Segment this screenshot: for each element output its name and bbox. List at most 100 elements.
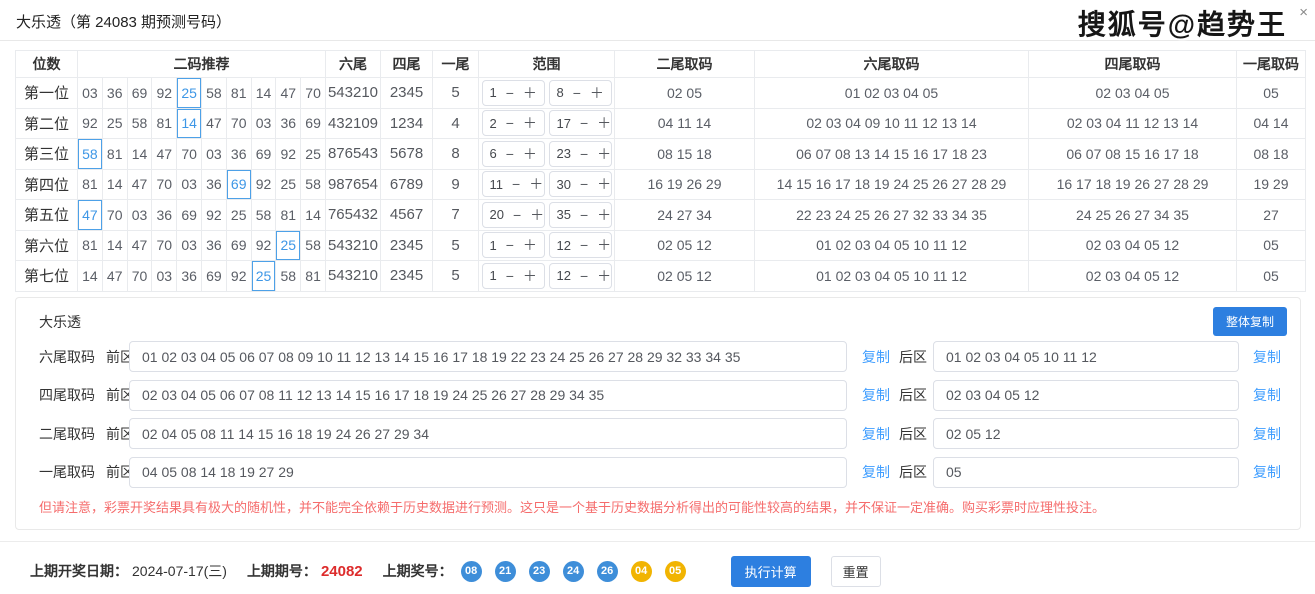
code-cell[interactable]: 36 — [276, 109, 301, 139]
back-zone-field[interactable]: 05 — [933, 457, 1239, 488]
code-cell[interactable]: 36 — [227, 139, 252, 169]
range-min-plus-button[interactable]: ＋ — [523, 86, 537, 100]
code-cell[interactable]: 03 — [128, 200, 153, 230]
code-cell[interactable]: 36 — [103, 78, 128, 108]
code-cell[interactable]: 69 — [301, 109, 325, 139]
code-cell[interactable]: 47 — [202, 109, 227, 139]
range-min-plus-button[interactable]: ＋ — [523, 238, 537, 252]
code-cell[interactable]: 69 — [252, 139, 277, 169]
front-zone-field[interactable]: 02 03 04 05 06 07 08 11 12 13 14 15 16 1… — [129, 380, 847, 411]
range-min-plus-button[interactable]: ＋ — [523, 269, 537, 283]
code-cell-selected[interactable]: 25 — [177, 78, 202, 108]
code-cell[interactable]: 81 — [78, 170, 103, 200]
code-cell[interactable]: 92 — [276, 139, 301, 169]
range-max-plus-button[interactable]: ＋ — [597, 238, 611, 252]
code-cell[interactable]: 70 — [152, 231, 177, 261]
range-min-minus-button[interactable]: − — [506, 238, 514, 252]
code-cell[interactable]: 03 — [177, 231, 202, 261]
code-cell[interactable]: 69 — [202, 261, 227, 291]
code-cell[interactable]: 36 — [202, 170, 227, 200]
copy-front-link[interactable]: 复制 — [862, 424, 890, 444]
front-zone-field[interactable]: 04 05 08 14 18 19 27 29 — [129, 457, 847, 488]
code-cell[interactable]: 81 — [227, 78, 252, 108]
code-cell-selected[interactable]: 58 — [78, 139, 103, 169]
code-cell[interactable]: 58 — [252, 200, 277, 230]
code-cell[interactable]: 03 — [177, 170, 202, 200]
code-cell-selected[interactable]: 25 — [252, 261, 277, 291]
code-cell[interactable]: 47 — [128, 170, 153, 200]
code-cell[interactable]: 47 — [276, 78, 301, 108]
run-calculation-button[interactable]: 执行计算 — [731, 556, 811, 587]
code-cell[interactable]: 92 — [252, 231, 277, 261]
code-cell-selected[interactable]: 14 — [177, 109, 202, 139]
code-cell[interactable]: 70 — [152, 170, 177, 200]
range-max-minus-button[interactable]: − — [580, 269, 588, 283]
code-cell[interactable]: 03 — [78, 78, 103, 108]
range-max-plus-button[interactable]: ＋ — [590, 86, 604, 100]
code-cell[interactable]: 47 — [152, 139, 177, 169]
code-cell[interactable]: 58 — [301, 170, 325, 200]
code-cell[interactable]: 47 — [103, 261, 128, 291]
range-max-plus-button[interactable]: ＋ — [597, 147, 611, 161]
code-cell[interactable]: 25 — [103, 109, 128, 139]
back-zone-field[interactable]: 02 03 04 05 12 — [933, 380, 1239, 411]
range-min-minus-button[interactable]: − — [506, 116, 514, 130]
code-cell[interactable]: 58 — [276, 261, 301, 291]
range-max-plus-button[interactable]: ＋ — [597, 269, 611, 283]
back-zone-field[interactable]: 02 05 12 — [933, 418, 1239, 449]
code-cell[interactable]: 25 — [301, 139, 325, 169]
code-cell[interactable]: 36 — [202, 231, 227, 261]
code-cell[interactable]: 81 — [78, 231, 103, 261]
range-max-plus-button[interactable]: ＋ — [597, 116, 611, 130]
code-cell[interactable]: 58 — [301, 231, 325, 261]
range-max-minus-button[interactable]: − — [580, 177, 588, 191]
code-cell[interactable]: 92 — [252, 170, 277, 200]
code-cell[interactable]: 25 — [276, 170, 301, 200]
copy-back-link[interactable]: 复制 — [1253, 347, 1281, 367]
range-min-minus-button[interactable]: − — [513, 208, 521, 222]
code-cell[interactable]: 81 — [152, 109, 177, 139]
code-cell[interactable]: 14 — [252, 78, 277, 108]
code-cell-selected[interactable]: 69 — [227, 170, 252, 200]
range-max-plus-button[interactable]: ＋ — [597, 177, 611, 191]
code-cell[interactable]: 92 — [227, 261, 252, 291]
range-min-plus-button[interactable]: ＋ — [523, 116, 537, 130]
code-cell-selected[interactable]: 25 — [276, 231, 301, 261]
code-cell[interactable]: 14 — [103, 170, 128, 200]
reset-button[interactable]: 重置 — [831, 556, 881, 587]
front-zone-field[interactable]: 02 04 05 08 11 14 15 16 18 19 24 26 27 2… — [129, 418, 847, 449]
code-cell[interactable]: 92 — [78, 109, 103, 139]
code-cell[interactable]: 70 — [301, 78, 325, 108]
range-max-minus-button[interactable]: − — [580, 238, 588, 252]
code-cell-selected[interactable]: 47 — [78, 200, 103, 230]
front-zone-field[interactable]: 01 02 03 04 05 06 07 08 09 10 11 12 13 1… — [129, 341, 847, 372]
code-cell[interactable]: 03 — [152, 261, 177, 291]
code-cell[interactable]: 14 — [301, 200, 325, 230]
code-cell[interactable]: 81 — [276, 200, 301, 230]
range-min-plus-button[interactable]: ＋ — [523, 147, 537, 161]
range-min-minus-button[interactable]: − — [506, 86, 514, 100]
code-cell[interactable]: 36 — [177, 261, 202, 291]
copy-back-link[interactable]: 复制 — [1253, 462, 1281, 482]
code-cell[interactable]: 14 — [78, 261, 103, 291]
range-min-plus-button[interactable]: ＋ — [530, 208, 544, 222]
range-max-minus-button[interactable]: − — [580, 208, 588, 222]
back-zone-field[interactable]: 01 02 03 04 05 10 11 12 — [933, 341, 1239, 372]
copy-front-link[interactable]: 复制 — [862, 347, 890, 367]
code-cell[interactable]: 14 — [128, 139, 153, 169]
code-cell[interactable]: 03 — [252, 109, 277, 139]
code-cell[interactable]: 25 — [227, 200, 252, 230]
code-cell[interactable]: 92 — [202, 200, 227, 230]
copy-back-link[interactable]: 复制 — [1253, 424, 1281, 444]
code-cell[interactable]: 70 — [177, 139, 202, 169]
copy-front-link[interactable]: 复制 — [862, 462, 890, 482]
close-icon[interactable]: × — [1299, 5, 1308, 20]
range-max-plus-button[interactable]: ＋ — [597, 208, 611, 222]
code-cell[interactable]: 69 — [128, 78, 153, 108]
code-cell[interactable]: 47 — [128, 231, 153, 261]
copy-front-link[interactable]: 复制 — [862, 385, 890, 405]
range-max-minus-button[interactable]: − — [580, 147, 588, 161]
code-cell[interactable]: 81 — [103, 139, 128, 169]
code-cell[interactable]: 58 — [128, 109, 153, 139]
range-min-minus-button[interactable]: − — [512, 177, 520, 191]
